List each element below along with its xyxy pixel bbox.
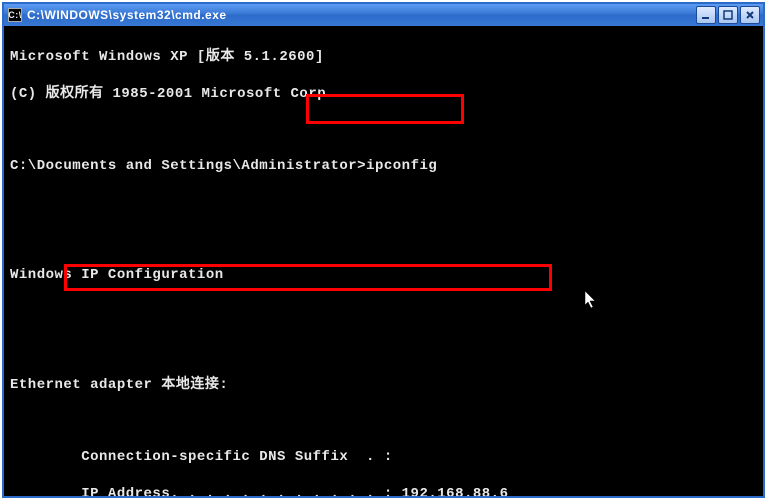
os-version-line: Microsoft Windows XP [版本 5.1.2600]	[10, 48, 757, 66]
maximize-button[interactable]	[718, 6, 738, 24]
prompt-path: C:\Documents and Settings\Administrator>	[10, 158, 366, 174]
ip-address-line: IP Address. . . . . . . . . . . . : 192.…	[10, 485, 757, 496]
cmd-window: C:\ C:\WINDOWS\system32\cmd.exe Microsof…	[2, 2, 765, 498]
command-ipconfig: ipconfig	[366, 158, 437, 174]
minimize-button[interactable]	[696, 6, 716, 24]
terminal-output[interactable]: Microsoft Windows XP [版本 5.1.2600] (C) 版…	[4, 26, 763, 496]
cmd-icon: C:\	[8, 8, 22, 22]
adapter-local: Ethernet adapter 本地连接:	[10, 376, 757, 394]
titlebar[interactable]: C:\ C:\WINDOWS\system32\cmd.exe	[4, 4, 763, 26]
prompt-line-1: C:\Documents and Settings\Administrator>…	[10, 157, 757, 175]
window-title: C:\WINDOWS\system32\cmd.exe	[27, 8, 696, 22]
copyright-line: (C) 版权所有 1985-2001 Microsoft Corp.	[10, 85, 757, 103]
window-controls	[696, 6, 760, 24]
dns-suffix-line: Connection-specific DNS Suffix . :	[10, 448, 757, 466]
close-button[interactable]	[740, 6, 760, 24]
ipconfig-header: Windows IP Configuration	[10, 266, 757, 284]
